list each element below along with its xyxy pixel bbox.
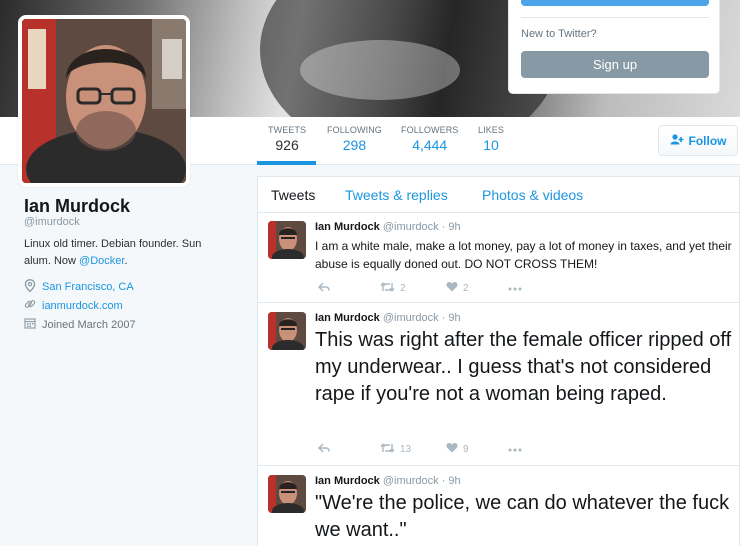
- like-count: 2: [463, 282, 469, 294]
- profile-joined: Joined March 2007: [24, 317, 136, 332]
- tweet-header: Ian Murdock @imurdock · 9h: [315, 312, 461, 324]
- tweet-text: This was right after the female officer …: [315, 329, 732, 405]
- stat-value: 4,444: [412, 137, 448, 153]
- retweet-button[interactable]: 13: [380, 442, 446, 456]
- more-button[interactable]: [508, 283, 522, 294]
- tweet[interactable]: Ian Murdock @imurdock · 9h This was righ…: [258, 304, 739, 466]
- tweet-handle-time[interactable]: @imurdock · 9h: [383, 475, 461, 487]
- more-icon: [508, 283, 522, 294]
- reply-button[interactable]: [317, 442, 380, 456]
- stat-following[interactable]: FOLLOWING 298: [327, 125, 382, 153]
- reply-button[interactable]: [317, 281, 380, 295]
- stat-tweets[interactable]: TWEETS 926: [268, 125, 306, 153]
- tweet-handle-time[interactable]: @imurdock · 9h: [383, 312, 461, 324]
- new-to-twitter-text: New to Twitter?: [521, 28, 597, 40]
- bio-end: .: [124, 255, 128, 267]
- tweet-handle-time[interactable]: @imurdock · 9h: [383, 221, 461, 233]
- tweet-actions: 2 2: [317, 281, 522, 295]
- tweet-author-name[interactable]: Ian Murdock: [315, 312, 380, 324]
- tweet[interactable]: Ian Murdock @imurdock · 9h I am a white …: [258, 213, 739, 303]
- like-count: 9: [463, 443, 469, 455]
- tweet-author-name[interactable]: Ian Murdock: [315, 221, 380, 233]
- more-icon: [508, 444, 522, 455]
- location-text[interactable]: San Francisco, CA: [42, 281, 134, 293]
- website-link[interactable]: ianmurdock.com: [42, 300, 123, 312]
- bio-docker-link[interactable]: @Docker: [79, 255, 124, 267]
- stat-value: 926: [275, 137, 299, 153]
- timeline: Tweets Tweets & replies Photos & videos …: [257, 176, 740, 546]
- tweet-avatar[interactable]: [268, 312, 306, 350]
- follow-label: Follow: [688, 133, 727, 148]
- timeline-tabs: Tweets Tweets & replies Photos & videos: [258, 177, 739, 213]
- profile-avatar[interactable]: [18, 15, 190, 187]
- tweet-actions: 13 9: [317, 442, 522, 456]
- retweet-count: 2: [400, 282, 406, 294]
- add-user-icon: [670, 133, 684, 148]
- map-pin-icon: [24, 279, 36, 295]
- link-icon: [24, 298, 36, 313]
- retweet-count: 13: [400, 443, 412, 455]
- tab-tweets[interactable]: Tweets: [271, 187, 315, 203]
- stat-label: LIKES: [478, 125, 505, 135]
- tab-photos-and-videos[interactable]: Photos & videos: [482, 187, 583, 203]
- profile-name[interactable]: Ian Murdock: [24, 196, 130, 217]
- tweet-header: Ian Murdock @imurdock · 9h: [315, 475, 461, 487]
- tweet-header: Ian Murdock @imurdock · 9h: [315, 221, 461, 233]
- profile-website: ianmurdock.com: [24, 298, 123, 313]
- login-button[interactable]: [521, 0, 709, 6]
- profile-bio: Linux old timer. Debian founder. Sun alu…: [24, 236, 224, 270]
- retweet-icon: [380, 281, 395, 295]
- like-button[interactable]: 9: [446, 442, 508, 456]
- reply-icon: [317, 281, 330, 295]
- stat-label: TWEETS: [268, 125, 307, 135]
- tweet[interactable]: Ian Murdock @imurdock · 9h "We're the po…: [258, 467, 739, 546]
- stat-followers[interactable]: FOLLOWERS 4,444: [401, 125, 458, 153]
- profile-handle[interactable]: @imurdock: [24, 216, 80, 228]
- signup-box: New to Twitter? Sign up: [508, 0, 720, 94]
- like-button[interactable]: 2: [446, 281, 508, 295]
- tweet-avatar[interactable]: [268, 475, 306, 513]
- reply-icon: [317, 442, 330, 456]
- banner-highlight: [300, 40, 460, 100]
- profile-location: San Francisco, CA: [24, 279, 134, 295]
- retweet-button[interactable]: 2: [380, 281, 446, 295]
- stat-value: 298: [342, 137, 367, 153]
- more-button[interactable]: [508, 444, 522, 455]
- stat-label: FOLLOWING: [327, 125, 382, 135]
- signup-button[interactable]: Sign up: [521, 51, 709, 78]
- follow-button[interactable]: Follow: [658, 125, 738, 156]
- tweet-text: I am a white male, make a lot money, pay…: [315, 239, 732, 271]
- heart-icon: [446, 442, 458, 456]
- joined-text: Joined March 2007: [42, 318, 136, 331]
- tweet-avatar[interactable]: [268, 221, 306, 259]
- stat-value: 10: [483, 137, 499, 153]
- heart-icon: [446, 281, 458, 295]
- active-stat-underline: [257, 161, 316, 165]
- stat-likes[interactable]: LIKES 10: [478, 125, 504, 153]
- tweet-text: "We're the police, we can do whatever th…: [315, 492, 730, 541]
- stat-label: FOLLOWERS: [401, 125, 459, 135]
- retweet-icon: [380, 442, 395, 456]
- calendar-icon: [24, 317, 36, 332]
- divider: [521, 17, 709, 18]
- tab-tweets-and-replies[interactable]: Tweets & replies: [345, 187, 448, 203]
- tweet-author-name[interactable]: Ian Murdock: [315, 475, 380, 487]
